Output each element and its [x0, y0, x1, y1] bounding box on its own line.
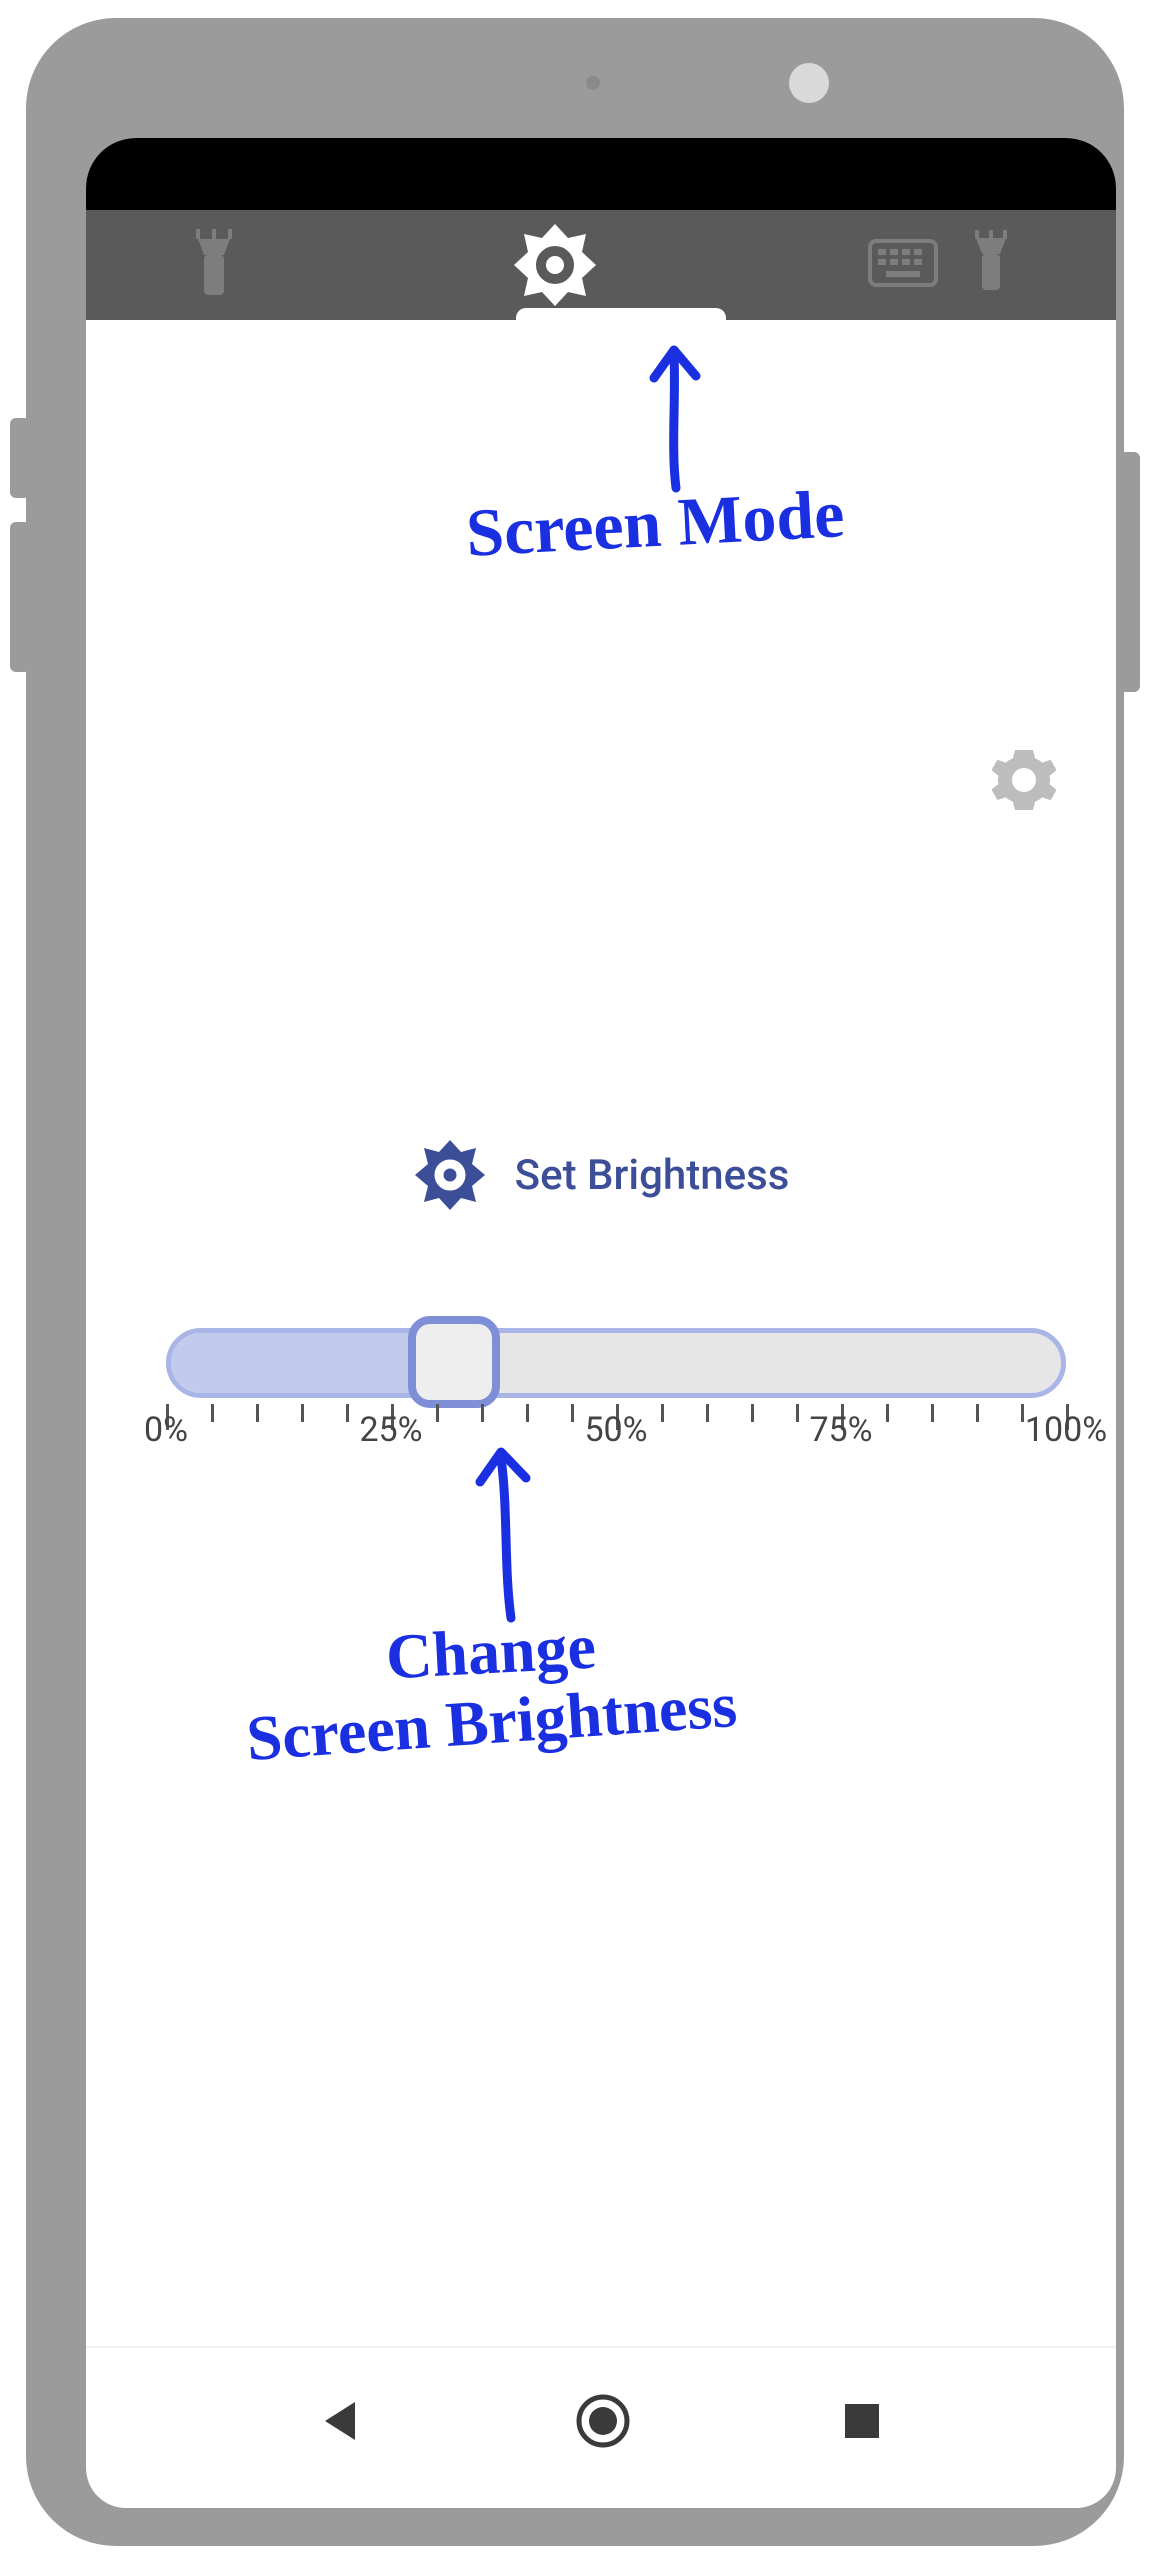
phone-frame: Set Brightness 0% 25% 50% 75% 100% Screen Mo… — [26, 18, 1124, 2546]
divider — [86, 2346, 1116, 2348]
mode-toolbar — [86, 210, 1116, 320]
slider-tick-label: 0% — [144, 1410, 188, 1450]
brightness-slider[interactable]: 0%25%50%75%100% — [166, 1328, 1066, 1464]
flashlight-icon[interactable] — [186, 229, 242, 301]
annotation-text-line2: Screen Brightness — [244, 1671, 739, 1772]
speaker-dot — [586, 76, 600, 90]
brightness-label: Set Brightness — [515, 1151, 790, 1200]
brightness-icon — [413, 1138, 487, 1212]
gear-icon[interactable] — [992, 748, 1056, 816]
slider-tick-label: 100% — [1025, 1410, 1107, 1450]
slider-tick-label: 25% — [359, 1410, 422, 1450]
status-bar — [86, 138, 1116, 210]
flashlight-icon[interactable] — [966, 230, 1016, 300]
slider-tick-label: 50% — [584, 1410, 647, 1450]
annotation-text: Screen Mode — [464, 478, 846, 569]
slider-thumb[interactable] — [408, 1316, 500, 1408]
brightness-icon[interactable] — [512, 222, 598, 308]
brightness-label-row: Set Brightness — [86, 1138, 1116, 1212]
keyboard-icon[interactable] — [868, 239, 938, 291]
slider-tick-label: 75% — [809, 1410, 872, 1450]
screen: Set Brightness 0% 25% 50% 75% 100% Screen Mo… — [86, 138, 1116, 2508]
nav-home-icon[interactable] — [575, 2393, 631, 2453]
active-tab-indicator — [516, 308, 726, 320]
system-nav-bar — [86, 2368, 1116, 2478]
nav-recent-icon[interactable] — [841, 2400, 883, 2446]
nav-back-icon[interactable] — [319, 2398, 365, 2448]
slider-ticks: 0%25%50%75%100% — [166, 1404, 1066, 1464]
front-camera — [786, 60, 832, 106]
annotation-text-line1: Change — [384, 1613, 597, 1691]
slider-track[interactable] — [166, 1328, 1066, 1398]
